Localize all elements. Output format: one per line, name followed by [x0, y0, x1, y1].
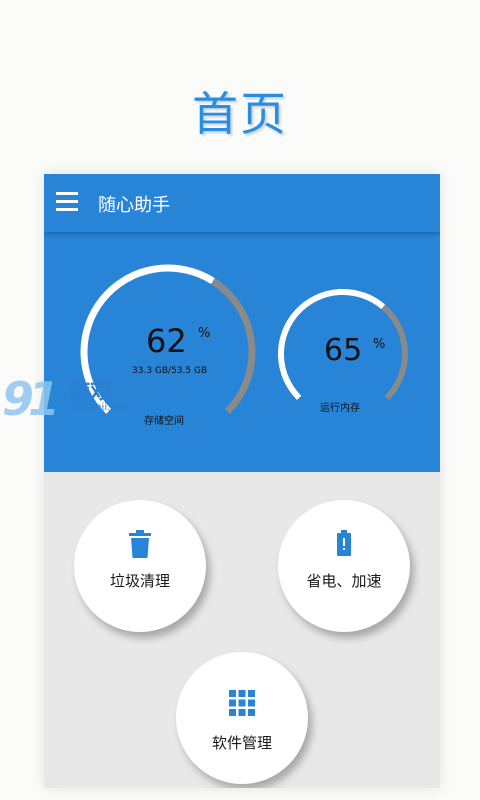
- app-manage-label: 软件管理: [211, 734, 272, 752]
- storage-percent: 62: [146, 322, 187, 360]
- battery-icon: [337, 530, 351, 560]
- storage-detail: 33.3 GB/53.5 GB: [132, 366, 208, 376]
- storage-percent-sign: %: [198, 326, 211, 341]
- menu-icon[interactable]: [56, 192, 78, 212]
- junk-clean-label: 垃圾清理: [109, 572, 170, 590]
- battery-boost-button[interactable]: 省电、加速: [278, 500, 410, 632]
- storage-gauge: 62 % 33.3 GB/53.5 GB 存储空间: [78, 262, 258, 442]
- trash-icon: [129, 530, 151, 562]
- phone-screen: 随心助手 62 % 33.3 GB/53.5 GB 存储空间 65 % 运行内存: [44, 174, 440, 788]
- junk-clean-button[interactable]: 垃圾清理: [74, 500, 206, 632]
- app-bar: 随心助手: [44, 174, 440, 232]
- status-panel: 62 % 33.3 GB/53.5 GB 存储空间 65 % 运行内存: [44, 232, 440, 472]
- memory-percent: 65: [324, 333, 363, 368]
- memory-label: 运行内存: [320, 403, 360, 414]
- memory-gauge: 65 % 运行内存: [276, 287, 410, 421]
- page-heading: 首页: [192, 87, 288, 141]
- app-manage-button[interactable]: 软件管理: [176, 652, 308, 784]
- watermark-logo: 91: [2, 372, 60, 426]
- battery-boost-label: 省电、加速: [306, 572, 382, 590]
- grid-apps-icon: [229, 690, 255, 720]
- watermark-url: 91danji.com: [70, 402, 132, 413]
- memory-percent-sign: %: [373, 337, 386, 352]
- storage-label: 存储空间: [144, 416, 184, 427]
- app-title: 随心助手: [98, 195, 170, 216]
